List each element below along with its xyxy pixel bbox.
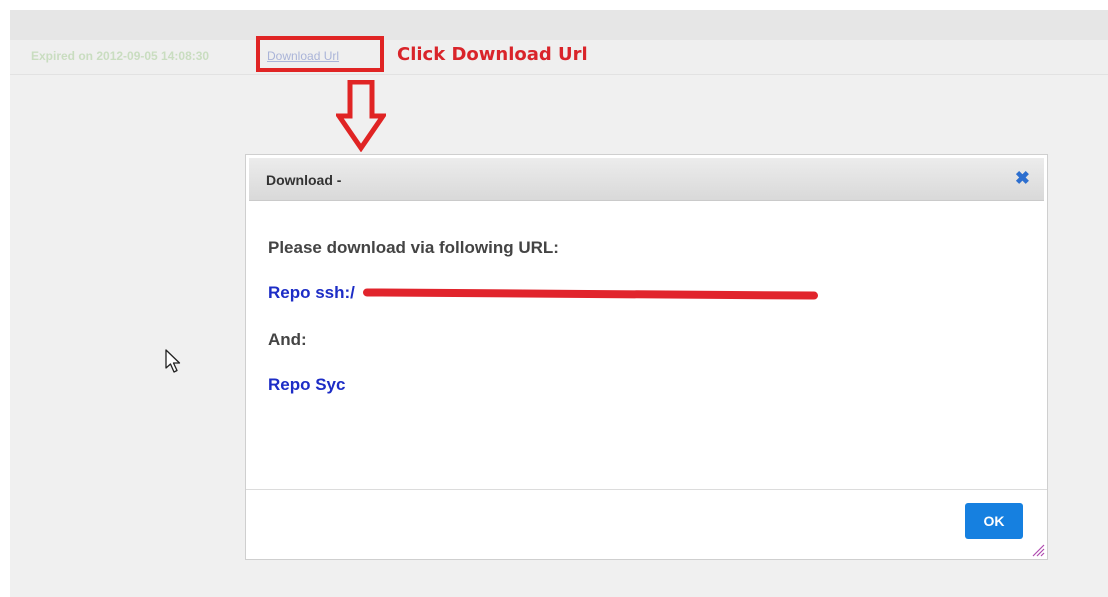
repo-ssh-link[interactable]: Repo ssh:/ [268, 283, 355, 303]
redaction-mark [362, 288, 819, 300]
mouse-cursor-icon [165, 349, 181, 373]
top-bar [10, 10, 1108, 40]
download-message: Please download via following URL: [268, 238, 559, 257]
repo-sync-link[interactable]: Repo Syc [268, 375, 345, 395]
resize-handle-icon[interactable] [1031, 543, 1045, 557]
annotation-down-arrow-icon [336, 80, 386, 152]
and-label: And: [268, 330, 307, 349]
expired-text: Expired on 2012-09-05 14:08:30 [31, 49, 210, 63]
ok-button[interactable]: OK [965, 503, 1023, 539]
annotation-highlight-box [256, 36, 384, 72]
download-dialog: Download - ✖ Please download via followi… [245, 154, 1048, 560]
annotation-text: Click Download Url [397, 44, 588, 65]
close-icon[interactable]: ✖ [1015, 168, 1030, 188]
dialog-title: Download - [266, 172, 342, 188]
dialog-header: Download - ✖ [249, 158, 1044, 201]
dialog-footer-divider [246, 489, 1047, 490]
